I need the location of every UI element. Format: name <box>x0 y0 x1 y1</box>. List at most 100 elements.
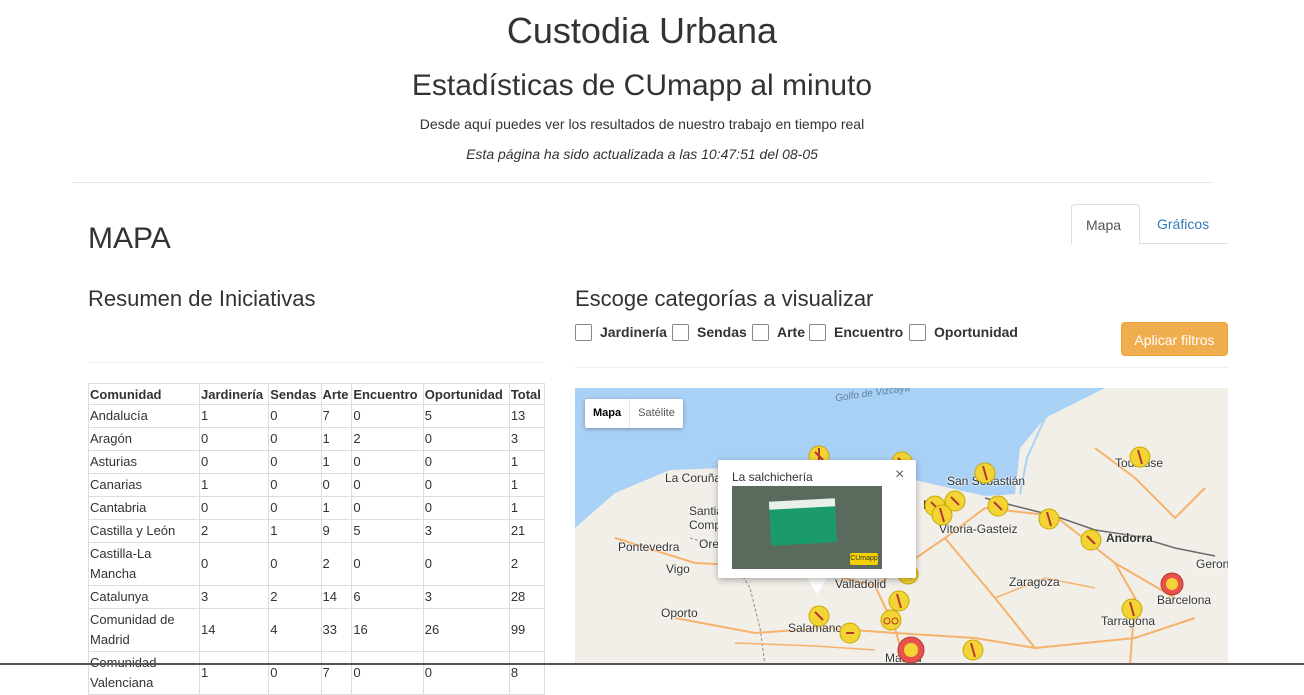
cell: 0 <box>198 496 270 520</box>
cell: 1 <box>198 473 270 497</box>
cell: 2 <box>508 542 546 586</box>
cell: 1 <box>198 651 270 695</box>
label-encuentro: Encuentro <box>834 324 904 340</box>
marker-icon[interactable] <box>1129 446 1151 468</box>
photo-sign <box>768 498 838 546</box>
marker-icon[interactable] <box>880 609 902 631</box>
cell: 2 <box>198 519 270 543</box>
cell: 0 <box>268 473 322 497</box>
cell: 0 <box>268 404 322 428</box>
marker-icon[interactable] <box>1038 508 1060 530</box>
col-oportunidad: Oportunidad <box>422 383 510 405</box>
cell: 0 <box>320 473 353 497</box>
cell: 2 <box>268 585 322 609</box>
apply-filters-button[interactable]: Aplicar filtros <box>1121 322 1228 356</box>
cell: Comunidad Valenciana <box>88 651 200 695</box>
checkbox-sendas[interactable] <box>672 324 689 341</box>
cell: Cantabria <box>88 496 200 520</box>
cell: 8 <box>508 651 546 695</box>
checkbox-jardineria[interactable] <box>575 324 592 341</box>
filters-divider <box>575 367 1228 368</box>
cell: 7 <box>320 651 353 695</box>
cell: 5 <box>422 404 510 428</box>
marker-icon[interactable] <box>839 622 861 644</box>
cell: 0 <box>268 542 322 586</box>
cell: 2 <box>351 427 424 451</box>
table-row: Castilla-La Mancha 0 0 2 0 0 2 <box>88 542 546 586</box>
marker-icon[interactable] <box>897 636 925 664</box>
cell: 0 <box>422 450 510 474</box>
table-row: Andalucía 1 0 7 0 5 13 <box>88 404 546 428</box>
cell: 3 <box>422 519 510 543</box>
cell: 1 <box>268 519 322 543</box>
marker-icon[interactable] <box>808 605 830 627</box>
col-sendas: Sendas <box>268 383 322 405</box>
map-container[interactable]: Mapa Satélite Golfo de Vizcaya La Coruña … <box>575 388 1228 665</box>
cell: 3 <box>198 585 270 609</box>
popup-photo[interactable]: CUmapp <box>732 486 882 569</box>
marker-icon[interactable] <box>1080 529 1102 551</box>
marker-icon[interactable] <box>962 639 984 661</box>
col-total: Total <box>508 383 546 405</box>
cell: Aragón <box>88 427 200 451</box>
cell: 0 <box>198 450 270 474</box>
table-row: Aragón 0 0 1 2 0 3 <box>88 427 546 451</box>
popup-title: La salchichería <box>732 470 813 484</box>
summary-table: Comunidad Jardinería Sendas Arte Encuent… <box>88 383 546 695</box>
tab-graficos[interactable]: Gráficos <box>1143 204 1223 243</box>
tab-mapa[interactable]: Mapa <box>1071 204 1140 245</box>
cell: 13 <box>508 404 546 428</box>
cell: 0 <box>351 542 424 586</box>
cell: 99 <box>508 608 546 652</box>
checkbox-oportunidad[interactable] <box>909 324 926 341</box>
cell: 1 <box>320 496 353 520</box>
cell: 0 <box>268 496 322 520</box>
col-encuentro: Encuentro <box>351 383 424 405</box>
lead-text: Desde aquí puedes ver los resultados de … <box>419 116 865 132</box>
label-jardineria: Jardinería <box>600 324 667 340</box>
label-sendas: Sendas <box>697 324 747 340</box>
checkbox-encuentro[interactable] <box>809 324 826 341</box>
marker-icon[interactable] <box>888 590 910 612</box>
table-row: Cantabria 0 0 1 0 0 1 <box>88 496 546 520</box>
cell: 6 <box>351 585 424 609</box>
cell: 14 <box>320 585 353 609</box>
cell: 1 <box>508 473 546 497</box>
marker-icon[interactable] <box>1121 598 1143 620</box>
marker-icon[interactable] <box>987 495 1009 517</box>
cell: Andalucía <box>88 404 200 428</box>
cell: 33 <box>320 608 353 652</box>
cell: Catalunya <box>88 585 200 609</box>
cell: 9 <box>320 519 353 543</box>
cell: Comunidad de Madrid <box>88 608 200 652</box>
cell: 21 <box>508 519 546 543</box>
categories-title: Escoge categorías a visualizar <box>575 286 874 311</box>
stats-title: Estadísticas de CUmapp al minuto <box>411 69 873 102</box>
cell: 7 <box>320 404 353 428</box>
cell: Castilla-La Mancha <box>88 542 200 586</box>
table-row: Asturias 0 0 1 0 0 1 <box>88 450 546 474</box>
cell: Canarias <box>88 473 200 497</box>
cell: 4 <box>268 608 322 652</box>
marker-icon[interactable] <box>974 462 996 484</box>
cell: 28 <box>508 585 546 609</box>
section-title: MAPA <box>88 222 171 255</box>
cell: Asturias <box>88 450 200 474</box>
summary-divider <box>88 362 544 363</box>
cell: 14 <box>198 608 270 652</box>
header-divider <box>73 182 1213 183</box>
checkbox-arte[interactable] <box>752 324 769 341</box>
cell: 0 <box>351 496 424 520</box>
cell: 0 <box>422 651 510 695</box>
cell: 1 <box>320 427 353 451</box>
site-title: Custodia Urbana <box>506 10 778 51</box>
cell: 5 <box>351 519 424 543</box>
updated-text: Esta página ha sido actualizada a las 10… <box>466 146 818 162</box>
cumapp-logo: CUmapp <box>850 553 878 565</box>
marker-icon[interactable] <box>931 504 953 526</box>
label-arte: Arte <box>777 324 806 340</box>
marker-icon[interactable] <box>1160 572 1184 596</box>
table-row: Catalunya 3 2 14 6 3 28 <box>88 585 546 609</box>
popup-close-icon[interactable]: × <box>895 466 904 484</box>
cell: Castilla y León <box>88 519 200 543</box>
